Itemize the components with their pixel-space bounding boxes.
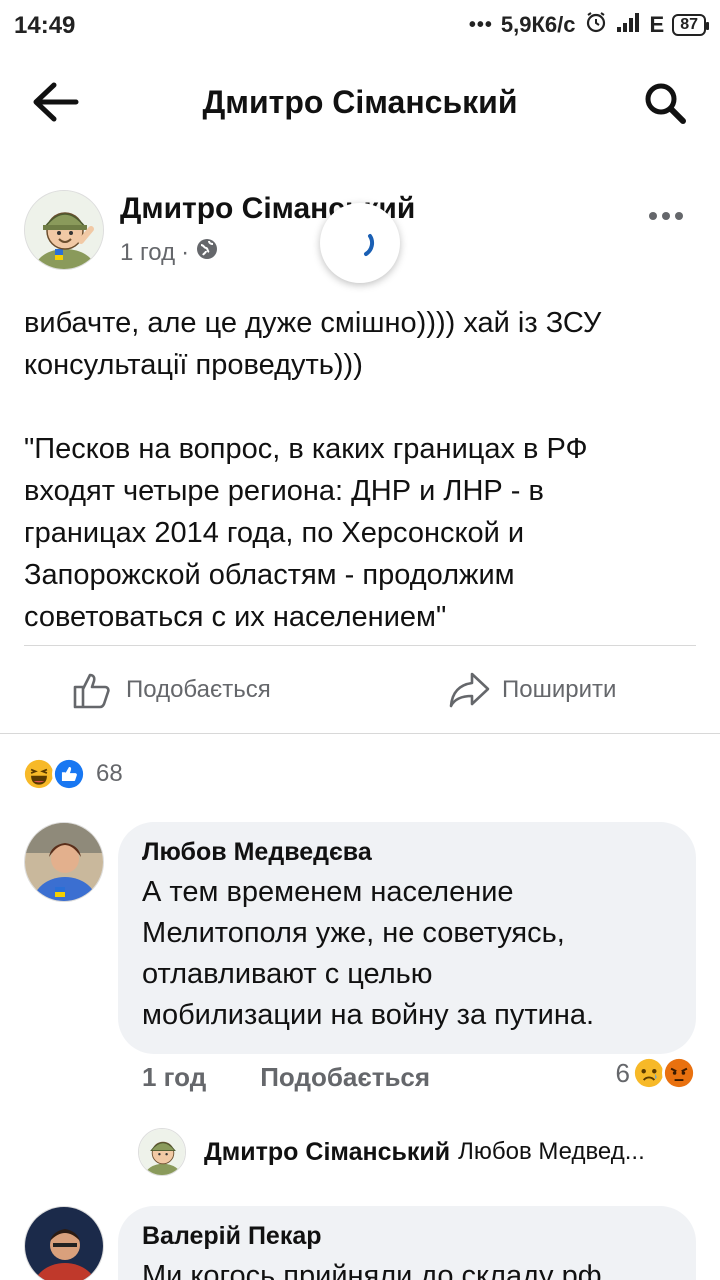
post-text: вибачте, але це дуже смішно)))) хай із З… — [24, 302, 696, 638]
like-reaction-icon — [52, 757, 86, 791]
like-button[interactable]: Подобається — [72, 666, 271, 714]
search-button[interactable] — [642, 80, 688, 126]
share-button[interactable]: Поширити — [448, 666, 616, 714]
angry-emoji-icon — [662, 1056, 696, 1090]
page-title: Дмитро Сіманський — [202, 84, 518, 120]
reply-author-avatar[interactable] — [138, 1128, 186, 1176]
share-arrow-icon — [449, 672, 490, 708]
comment-text-line: А тем временем население — [142, 876, 514, 908]
thumbs-up-icon — [73, 673, 110, 709]
reactions-summary[interactable]: 68 — [22, 756, 123, 792]
reply-author[interactable]: Дмитро Сіманський — [204, 1138, 450, 1167]
post-time[interactable]: 1 год — [120, 239, 175, 267]
post-author-avatar[interactable] — [24, 190, 104, 270]
spinner-icon — [364, 234, 374, 256]
comment-author[interactable]: Любов Медведєва — [142, 836, 672, 868]
alarm-icon — [584, 10, 608, 40]
comment-author[interactable]: Валерій Пекар — [142, 1220, 672, 1252]
battery-icon: 87 — [672, 14, 709, 36]
comment-text: Ми когось прийняли до складу рф — [142, 1260, 602, 1280]
signal-icon — [616, 11, 642, 39]
network-speed: 5,9К6/с — [500, 12, 576, 37]
comment-text-line: Мелитополя уже, не советуясь, — [142, 917, 565, 949]
share-label: Поширити — [502, 676, 617, 703]
loading-spinner — [320, 203, 400, 283]
status-time: 14:49 — [14, 12, 76, 39]
section-divider — [0, 733, 720, 734]
post-text-line: входят четыре региона: ДНР и ЛНР - в — [24, 475, 544, 507]
reply-text: Любов Медвед... — [458, 1138, 645, 1165]
network-type: E — [649, 12, 665, 37]
reply-preview[interactable]: Дмитро Сіманський Любов Медвед... — [138, 1128, 698, 1176]
like-label: Подобається — [126, 676, 271, 703]
comment-actions: 1 год Подобається — [142, 1062, 430, 1093]
post-text-line: консультації проведуть))) — [24, 349, 363, 381]
notification-dots: ••• — [468, 13, 493, 36]
post-text-line: советоваться с их населением" — [24, 601, 447, 633]
comment-like-button[interactable]: Подобається — [260, 1062, 430, 1093]
comment-reactions[interactable]: 6 — [616, 1056, 696, 1090]
sad-emoji-icon — [632, 1056, 666, 1090]
commenter-avatar[interactable] — [24, 822, 104, 902]
reaction-count: 68 — [96, 760, 123, 787]
meta-separator: · — [181, 238, 190, 266]
user-photo-image — [25, 823, 103, 901]
commenter-avatar[interactable] — [24, 1206, 104, 1280]
comment-text-line: мобилизации на войну за путина. — [142, 999, 595, 1031]
more-options-button[interactable] — [648, 196, 684, 230]
haha-emoji-icon — [22, 757, 56, 791]
comment-reaction-count: 6 — [615, 1057, 630, 1088]
search-icon — [645, 83, 686, 124]
app-bar: Дмитро Сіманський — [0, 60, 720, 146]
cartoon-soldier-avatar-image — [139, 1129, 185, 1175]
post-meta: 1 год · — [120, 237, 219, 268]
post-text-line: границах 2014 года, по Херсонской и — [24, 517, 525, 549]
status-icons: ••• 5,9К6/с E 87 — [468, 10, 709, 40]
comment-time[interactable]: 1 год — [142, 1062, 206, 1093]
comment-bubble[interactable]: Валерій Пекар Ми когось прийняли до скла… — [118, 1206, 696, 1280]
post-text-line: "Песков на вопрос, в каких границах в РФ — [24, 433, 588, 465]
post-text-line: Запорожской областям - продолжим — [24, 559, 515, 591]
comment-text: А тем временем население Мелитополя уже,… — [142, 872, 672, 1036]
more-dots-icon — [649, 212, 683, 220]
globe-icon — [195, 237, 219, 268]
comment-text-line: отлавливают с целью — [142, 958, 433, 990]
cartoon-soldier-avatar-image — [25, 191, 103, 269]
comment-bubble[interactable]: Любов Медведєва А тем временем население… — [118, 822, 696, 1054]
post-divider — [24, 645, 696, 646]
post-text-line: вибачте, але це дуже смішно)))) хай із З… — [24, 307, 602, 339]
status-bar: 14:49 ••• 5,9К6/с E 87 — [0, 0, 720, 52]
user-photo-image — [25, 1207, 103, 1280]
